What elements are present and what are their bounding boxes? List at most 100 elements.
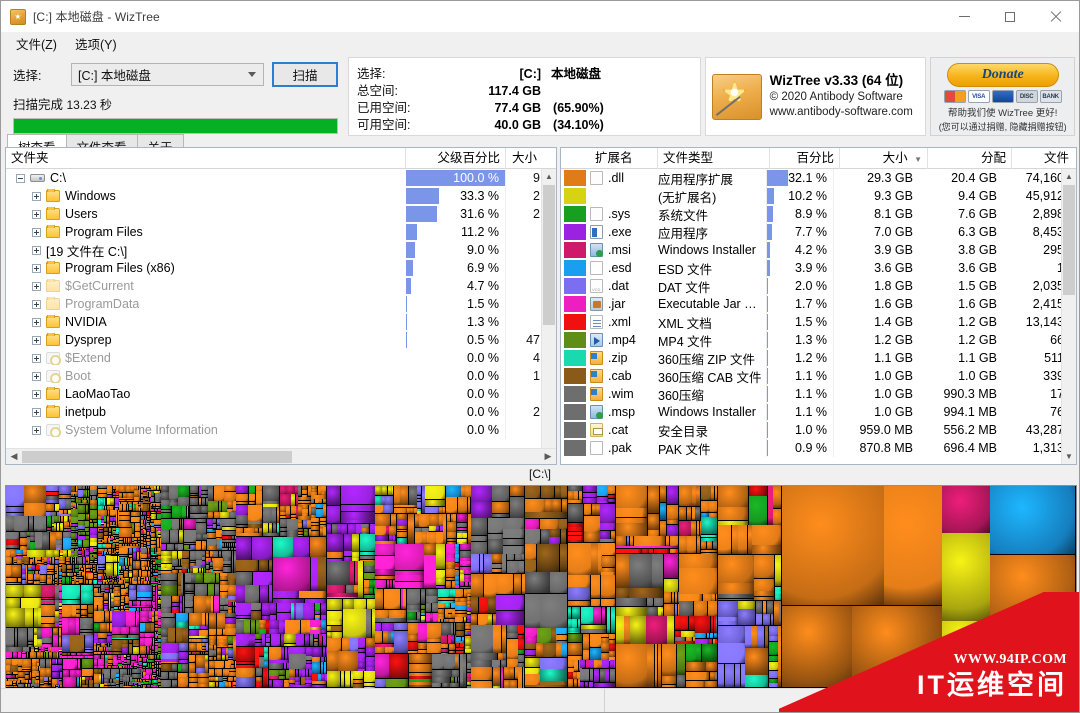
treemap-cell[interactable] (206, 642, 208, 652)
treemap-cell[interactable] (286, 515, 291, 518)
treemap-cell[interactable] (327, 585, 346, 593)
treemap-cell[interactable] (705, 680, 718, 688)
treemap-cell[interactable] (286, 486, 295, 494)
treemap-cell[interactable] (189, 505, 201, 514)
treemap-cell[interactable] (536, 544, 560, 572)
treemap-cell[interactable] (182, 628, 189, 643)
treemap-cell[interactable] (98, 638, 107, 643)
treemap-cell[interactable] (225, 624, 236, 628)
treemap-cell[interactable] (44, 677, 49, 682)
treemap-cell[interactable] (167, 543, 175, 551)
treemap-cell[interactable] (17, 577, 22, 583)
ext-row[interactable]: .pak PAK 文件 0.9 % 870.8 MB 696.4 MB 1,313 (561, 439, 1076, 457)
treemap-cell[interactable] (6, 681, 10, 686)
treemap-cell[interactable] (219, 605, 224, 611)
treemap-cell[interactable] (51, 511, 57, 516)
treemap-cell[interactable] (363, 588, 369, 595)
treemap-cell[interactable] (327, 598, 343, 611)
treemap-cell[interactable] (213, 512, 220, 519)
treemap-cell[interactable] (524, 512, 568, 519)
ext-header-pct[interactable]: 百分比 (770, 148, 840, 169)
treemap-cell[interactable] (259, 629, 266, 634)
treemap-cell[interactable] (213, 550, 219, 558)
treemap-cell[interactable] (93, 587, 99, 593)
treemap-cell[interactable] (303, 528, 309, 532)
treemap-cell[interactable] (290, 506, 296, 515)
treemap-cell[interactable] (37, 516, 43, 532)
treemap-cell[interactable] (6, 608, 25, 628)
treemap-cell[interactable] (573, 671, 577, 679)
treemap-cell[interactable] (104, 668, 111, 679)
treemap-cell[interactable] (255, 646, 259, 668)
treemap-cell[interactable] (503, 545, 525, 554)
treemap-cell[interactable] (503, 518, 525, 529)
treemap-cell[interactable] (161, 492, 169, 500)
treemap-cell[interactable] (89, 538, 98, 542)
treemap-cell[interactable] (417, 486, 422, 496)
expand-icon[interactable] (32, 227, 41, 237)
treemap-cell[interactable] (448, 644, 456, 651)
treemap-cell[interactable] (559, 544, 568, 572)
treemap-cell[interactable] (301, 490, 308, 495)
treemap-cell[interactable] (201, 494, 208, 497)
treemap-cell[interactable] (93, 632, 98, 636)
treemap-cell[interactable] (172, 663, 178, 672)
treemap-cell[interactable] (52, 635, 59, 647)
treemap-cell[interactable] (540, 658, 568, 669)
treemap-cell[interactable] (104, 497, 106, 506)
treemap-cell[interactable] (686, 506, 692, 521)
treemap-cell[interactable] (179, 643, 189, 652)
treemap-cell[interactable] (132, 668, 141, 674)
treemap-cell[interactable] (327, 534, 344, 552)
treemap-cell[interactable] (11, 564, 22, 578)
treemap-cell[interactable] (24, 584, 41, 598)
treemap-cell[interactable] (183, 529, 196, 543)
sort-desc-icon[interactable]: ▼ (911, 155, 922, 164)
treemap-cell[interactable] (615, 517, 648, 523)
treemap-cell[interactable] (261, 615, 270, 620)
treemap-cell[interactable] (338, 651, 358, 671)
tree-hscroll-thumb[interactable] (22, 450, 292, 463)
treemap-cell[interactable] (394, 630, 408, 654)
treemap-cell[interactable] (225, 681, 229, 688)
tree-row[interactable]: Windows 33.3 % 2 (6, 187, 556, 205)
treemap-cell[interactable] (319, 517, 327, 522)
treemap-cell[interactable] (19, 537, 27, 546)
treemap-cell[interactable] (375, 535, 389, 541)
treemap-cell[interactable] (195, 668, 205, 673)
treemap-cell[interactable] (439, 513, 443, 526)
treemap-cell[interactable] (104, 679, 110, 683)
treemap-cell[interactable] (663, 553, 679, 579)
treemap-cell[interactable] (103, 605, 109, 609)
treemap-cell[interactable] (83, 564, 85, 585)
treemap-cell[interactable] (59, 498, 65, 510)
treemap-cell[interactable] (112, 639, 122, 649)
treemap-cell[interactable] (347, 523, 356, 534)
treemap-cell[interactable] (76, 613, 81, 618)
treemap-cell[interactable] (467, 607, 471, 611)
ext-row[interactable]: .cab 360压缩 CAB 文件 1.1 % 1.0 GB 1.0 GB 339 (561, 367, 1076, 385)
treemap-cell[interactable] (600, 523, 616, 531)
treemap-cell[interactable] (62, 538, 71, 550)
ext-row[interactable]: .dll 应用程序扩展 32.1 % 29.3 GB 20.4 GB 74,160 (561, 169, 1076, 187)
treemap-cell[interactable] (445, 603, 451, 609)
tree-vertical-scrollbar[interactable]: ▲ ▼ (541, 169, 556, 464)
treemap-cell[interactable] (195, 573, 204, 584)
treemap-cell[interactable] (441, 648, 449, 653)
treemap-cell[interactable] (509, 486, 525, 497)
treemap-cell[interactable] (327, 625, 331, 632)
treemap-cell[interactable] (506, 638, 518, 659)
treemap-cell[interactable] (93, 605, 98, 609)
treemap-cell[interactable] (22, 658, 32, 668)
treemap-cell[interactable] (942, 486, 990, 533)
treemap-cell[interactable] (175, 671, 177, 680)
treemap-cell[interactable] (365, 647, 375, 657)
treemap-cell[interactable] (62, 658, 76, 670)
treemap-cell[interactable] (123, 668, 128, 675)
treemap-cell[interactable] (243, 528, 255, 533)
treemap-cell[interactable] (448, 608, 452, 614)
treemap-cell[interactable] (279, 675, 286, 680)
treemap-cell[interactable] (615, 598, 647, 607)
treemap-cell[interactable] (272, 523, 277, 533)
treemap-cell[interactable] (606, 606, 611, 634)
